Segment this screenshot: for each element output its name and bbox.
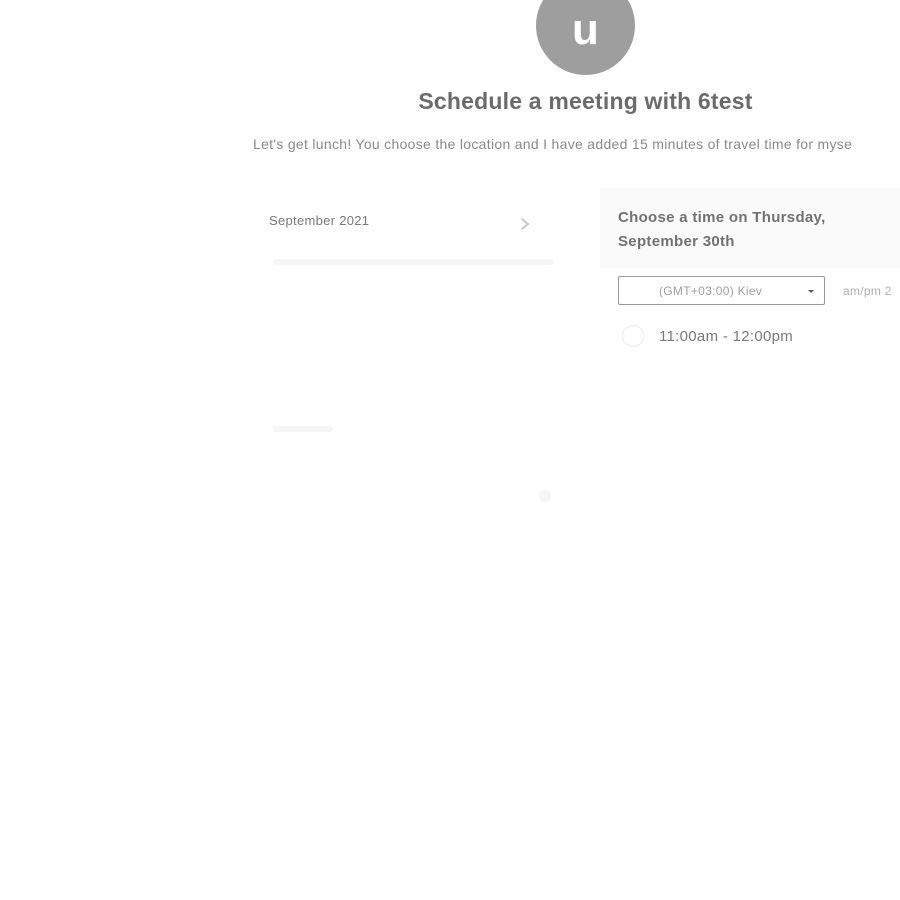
scheduling-page: u Schedule a meeting with 6test Let's ge…: [0, 0, 900, 900]
page-title: Schedule a meeting with 6test: [418, 88, 753, 114]
calendar-row-placeholder: [273, 426, 333, 432]
calendar-day-placeholder: [539, 490, 551, 502]
calendar-month-label: September 2021: [269, 213, 370, 228]
date-calendar: September 2021: [253, 196, 583, 526]
avatar-initial: u: [572, 4, 599, 54]
time-slot-radio[interactable]: [622, 325, 644, 347]
chevron-right-icon[interactable]: [517, 214, 533, 234]
timezone-select[interactable]: (GMT+03:00) Kiev: [618, 276, 825, 305]
time-slot-label: 11:00am - 12:00pm: [659, 328, 794, 345]
avatar: u: [536, 0, 635, 75]
selected-date-heading: Choose a time on Thursday, September 30t…: [618, 209, 826, 250]
time-panel-header: Choose a time on Thursday, September 30t…: [600, 188, 900, 268]
time-slot-option[interactable]: 11:00am - 12:00pm: [620, 322, 880, 350]
caret-down-icon: [808, 290, 814, 293]
timezone-value: (GMT+03:00) Kiev: [659, 284, 763, 298]
time-format-toggle[interactable]: am/pm 2: [843, 284, 892, 298]
meeting-description: Let's get lunch! You choose the location…: [253, 136, 853, 152]
weekday-row-placeholder: [273, 259, 553, 265]
